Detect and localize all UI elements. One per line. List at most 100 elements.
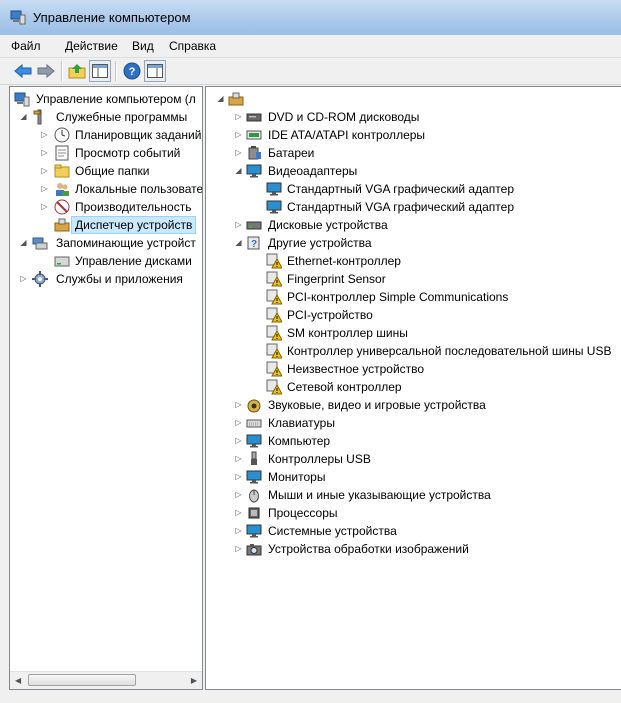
expand-arrow-icon[interactable]: ▷: [234, 472, 243, 481]
device-category-ide[interactable]: ▷ IDE ATA/ATAPI контроллеры: [206, 126, 621, 144]
expand-arrow-icon[interactable]: ▷: [234, 508, 243, 517]
expand-arrow-icon[interactable]: ▷: [234, 544, 243, 553]
tree-item-event-viewer[interactable]: ▷ Просмотр событий: [10, 144, 202, 162]
device-category-mice[interactable]: ▷ Мыши и иные указывающие устройства: [206, 486, 621, 504]
show-hide-tree-button[interactable]: [89, 60, 111, 82]
expand-arrow-icon[interactable]: ▷: [234, 400, 243, 409]
tree-item-device-manager[interactable]: Диспетчер устройств: [10, 216, 202, 234]
back-button[interactable]: [12, 60, 34, 82]
device-item-pci-simple[interactable]: PCI-контроллер Simple Communications: [206, 288, 621, 306]
device-category-other[interactable]: ◢ ? Другие устройства: [206, 234, 621, 252]
tree-label: Устройства обработки изображений: [268, 542, 469, 556]
show-hide-action-pane-button[interactable]: [144, 60, 166, 82]
expand-arrow-icon[interactable]: ▷: [40, 148, 49, 157]
collapse-arrow-icon[interactable]: ◢: [19, 238, 28, 247]
expand-arrow-icon[interactable]: ▷: [234, 526, 243, 535]
scroll-right-icon[interactable]: ▶: [191, 676, 197, 685]
device-list-pane[interactable]: ◢ ▷ DVD и CD-ROM дисководы ▷ IDE ATA/ATA…: [205, 86, 621, 690]
device-item-fingerprint[interactable]: Fingerprint Sensor: [206, 270, 621, 288]
expand-arrow-icon[interactable]: ▷: [40, 184, 49, 193]
tree-item-storage[interactable]: ◢ Запоминающие устройст: [10, 234, 202, 252]
expand-arrow-icon[interactable]: ▷: [234, 454, 243, 463]
computer-icon: [246, 434, 262, 448]
menu-action[interactable]: Действие: [65, 39, 118, 53]
collapse-arrow-icon[interactable]: ◢: [216, 94, 225, 103]
collapse-arrow-icon[interactable]: ◢: [19, 112, 28, 121]
expand-arrow-icon[interactable]: ▷: [234, 148, 243, 157]
expand-arrow-icon[interactable]: ▷: [40, 130, 49, 139]
device-item-pci-device[interactable]: PCI-устройство: [206, 306, 621, 324]
collapse-arrow-icon[interactable]: ◢: [234, 166, 243, 175]
device-category-usb[interactable]: ▷ Контроллеры USB: [206, 450, 621, 468]
expand-arrow-icon[interactable]: ▷: [234, 436, 243, 445]
device-manager-icon: [54, 218, 70, 232]
users-icon: [56, 183, 69, 196]
services-icon: [32, 271, 48, 287]
device-category-system-devices[interactable]: ▷ Системные устройства: [206, 522, 621, 540]
device-item-ethernet[interactable]: Ethernet-контроллер: [206, 252, 621, 270]
device-item-vga-2[interactable]: Стандартный VGA графический адаптер: [206, 198, 621, 216]
device-category-video[interactable]: ◢ Видеоадаптеры: [206, 162, 621, 180]
tree-item-shared-folders[interactable]: ▷ Общие папки: [10, 162, 202, 180]
device-category-monitors[interactable]: ▷ Мониторы: [206, 468, 621, 486]
expand-arrow-icon[interactable]: ▷: [234, 130, 243, 139]
device-item-usb-universal[interactable]: Контроллер универсальной последовательно…: [206, 342, 621, 360]
tree-item-system-tools[interactable]: ◢ Служебные программы: [10, 108, 202, 126]
up-level-button[interactable]: [66, 60, 88, 82]
menu-file[interactable]: Файл: [11, 39, 41, 53]
tree-item-task-scheduler[interactable]: ▷ Планировщик заданий: [10, 126, 202, 144]
menu-view[interactable]: Вид: [132, 39, 154, 53]
device-item-network[interactable]: Сетевой контроллер: [206, 378, 621, 396]
tree-label: DVD и CD-ROM дисководы: [268, 110, 420, 124]
title-bar[interactable]: Управление компьютером: [0, 0, 621, 35]
tree-label: SM контроллер шины: [287, 326, 408, 340]
device-category-computer[interactable]: ▷ Компьютер: [206, 432, 621, 450]
device-category-dvd[interactable]: ▷ DVD и CD-ROM дисководы: [206, 108, 621, 126]
forward-button[interactable]: [35, 60, 57, 82]
device-category-sound[interactable]: ▷ Звуковые, видео и игровые устройства: [206, 396, 621, 414]
tree-label: Мониторы: [268, 470, 326, 484]
warning-device-icon: [266, 361, 282, 377]
expand-arrow-icon[interactable]: ▷: [40, 166, 49, 175]
keyboard-icon: [246, 419, 262, 428]
device-category-processors[interactable]: ▷ Процессоры: [206, 504, 621, 522]
console-tree-pane[interactable]: Управление компьютером (л ◢ Служебные пр…: [9, 86, 203, 690]
scroll-left-icon[interactable]: ◀: [15, 676, 21, 685]
tree-item-performance[interactable]: ▷ Производительность: [10, 198, 202, 216]
tree-item-local-users[interactable]: ▷ Локальные пользовате: [10, 180, 202, 198]
tree-label: Мыши и иные указывающие устройства: [268, 488, 491, 502]
processor-icon: [248, 507, 260, 519]
toolbar: ?: [0, 58, 621, 85]
tree-label: Ethernet-контроллер: [287, 254, 401, 268]
tree-item-root[interactable]: Управление компьютером (л: [10, 90, 202, 108]
device-item-sm-bus[interactable]: SM контроллер шины: [206, 324, 621, 342]
device-category-disks[interactable]: ▷ Дисковые устройства: [206, 216, 621, 234]
horizontal-scrollbar[interactable]: ◀ ▶: [10, 671, 202, 689]
expand-arrow-icon[interactable]: ▷: [40, 202, 49, 211]
device-tree-root[interactable]: ◢: [206, 90, 621, 108]
tree-label: PCI-устройство: [287, 308, 373, 322]
help-button[interactable]: ?: [121, 60, 143, 82]
device-category-imaging[interactable]: ▷ Устройства обработки изображений: [206, 540, 621, 558]
tree-label: Служебные программы: [56, 110, 188, 124]
expand-arrow-icon[interactable]: ▷: [234, 418, 243, 427]
expand-arrow-icon[interactable]: ▷: [234, 220, 243, 229]
menu-help[interactable]: Справка: [169, 39, 216, 53]
shared-folder-icon: [54, 164, 70, 178]
storage-icon: [32, 237, 48, 250]
scrollbar-thumb[interactable]: [28, 674, 136, 686]
expand-arrow-icon[interactable]: ▷: [19, 274, 28, 283]
device-category-batteries[interactable]: ▷ Батареи: [206, 144, 621, 162]
tree-item-disk-management[interactable]: Управление дисками: [10, 252, 202, 270]
tree-item-services-apps[interactable]: ▷ Службы и приложения: [10, 270, 202, 288]
camera-icon: [246, 544, 262, 556]
collapse-arrow-icon[interactable]: ◢: [234, 238, 243, 247]
device-category-keyboards[interactable]: ▷ Клавиатуры: [206, 414, 621, 432]
tree-label: Диспетчер устройств: [71, 216, 197, 234]
device-item-vga-1[interactable]: Стандартный VGA графический адаптер: [206, 180, 621, 198]
forward-arrow-icon: [37, 64, 55, 78]
expand-arrow-icon[interactable]: ▷: [234, 490, 243, 499]
expand-arrow-icon[interactable]: ▷: [234, 112, 243, 121]
warning-device-icon: [266, 343, 282, 359]
device-item-unknown[interactable]: Неизвестное устройство: [206, 360, 621, 378]
